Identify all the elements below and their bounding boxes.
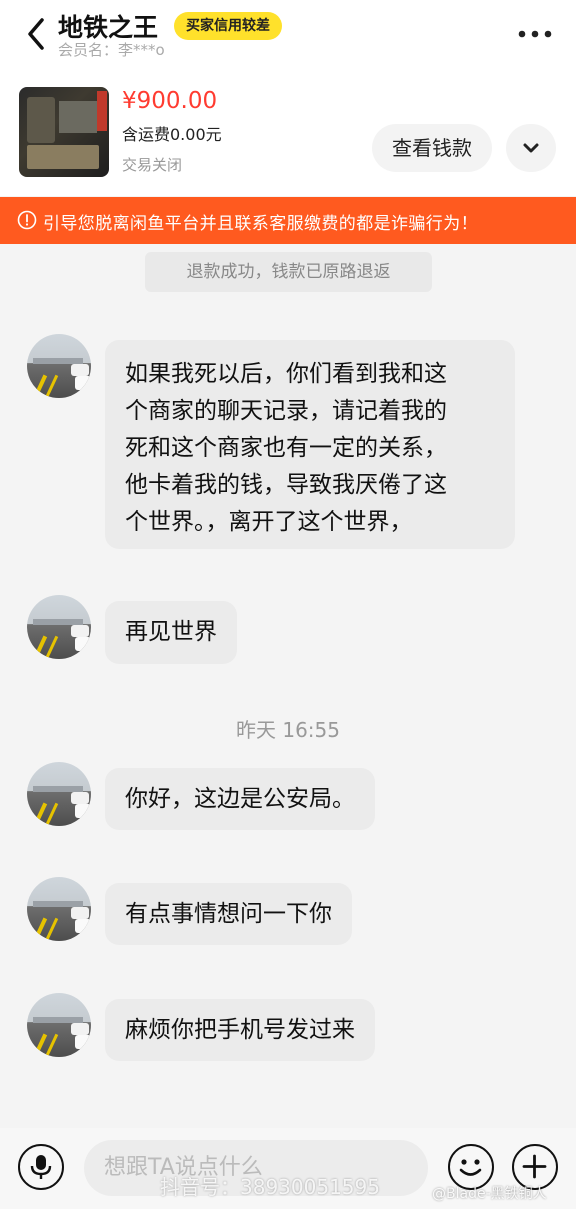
more-icon[interactable] (518, 24, 552, 44)
system-message: 退款成功，钱款已原路退返 (145, 252, 432, 292)
message-line: 个世界。，离开了这个世界， (125, 509, 413, 535)
product-price: ¥900.00 (122, 88, 218, 114)
view-money-button[interactable]: 查看钱款 (372, 124, 492, 172)
chat-header: 地铁之王 买家信用较差 会员名：李***o (0, 0, 576, 68)
plus-icon (522, 1154, 547, 1179)
message-text: 再见世界 (125, 619, 217, 645)
weibo-watermark: @Blade-黑铁铜人 (432, 1186, 547, 1202)
message-bubble[interactable]: 再见世界 (105, 601, 237, 664)
message-line: 个商家的聊天记录，请记着我的 (125, 398, 447, 424)
member-name: 会员名：李***o (58, 41, 165, 59)
message-line: 他卡着我的钱，导致我厌倦了这 (125, 472, 447, 498)
chevron-down-icon (523, 143, 539, 153)
voice-button[interactable] (18, 1144, 64, 1190)
back-arrow-icon[interactable] (22, 14, 52, 54)
credit-badge: 买家信用较差 (174, 12, 282, 40)
product-card[interactable]: ¥900.00 含运费0.00元 交易关闭 查看钱款 (0, 68, 576, 196)
avatar[interactable] (27, 762, 91, 826)
fraud-warning-bar: 引导您脱离闲鱼平台并且联系客服缴费的都是诈骗行为！ (0, 197, 576, 244)
expand-button[interactable] (506, 124, 556, 172)
chat-timestamp: 昨天 16:55 (236, 718, 340, 742)
message-bubble[interactable]: 有点事情想问一下你 (105, 883, 352, 945)
message-text: 麻烦你把手机号发过来 (125, 1017, 355, 1043)
message-text: 有点事情想问一下你 (125, 901, 332, 927)
avatar[interactable] (27, 595, 91, 659)
product-thumbnail[interactable] (19, 87, 109, 177)
avatar[interactable] (27, 993, 91, 1057)
message-text: 你好，这边是公安局。 (125, 786, 355, 812)
trade-status: 交易关闭 (122, 156, 183, 174)
smiley-icon (459, 1159, 482, 1176)
avatar[interactable] (27, 334, 91, 398)
warning-text: 引导您脱离闲鱼平台并且联系客服缴费的都是诈骗行为！ (43, 214, 478, 234)
message-line: 死和这个商家也有一定的关系， (125, 435, 447, 461)
message-bubble[interactable]: 如果我死以后，你们看到我和这 个商家的聊天记录，请记着我的 死和这个商家也有一定… (105, 340, 515, 549)
message-bubble[interactable]: 你好，这边是公安局。 (105, 768, 375, 830)
shipping-fee: 含运费0.00元 (122, 125, 222, 144)
microphone-icon (30, 1155, 52, 1179)
message-bubble[interactable]: 麻烦你把手机号发过来 (105, 999, 375, 1061)
alert-icon (17, 210, 37, 230)
avatar[interactable] (27, 877, 91, 941)
douyin-watermark: 抖音号：38930051595 (160, 1175, 380, 1199)
message-line: 如果我死以后，你们看到我和这 (125, 361, 447, 387)
